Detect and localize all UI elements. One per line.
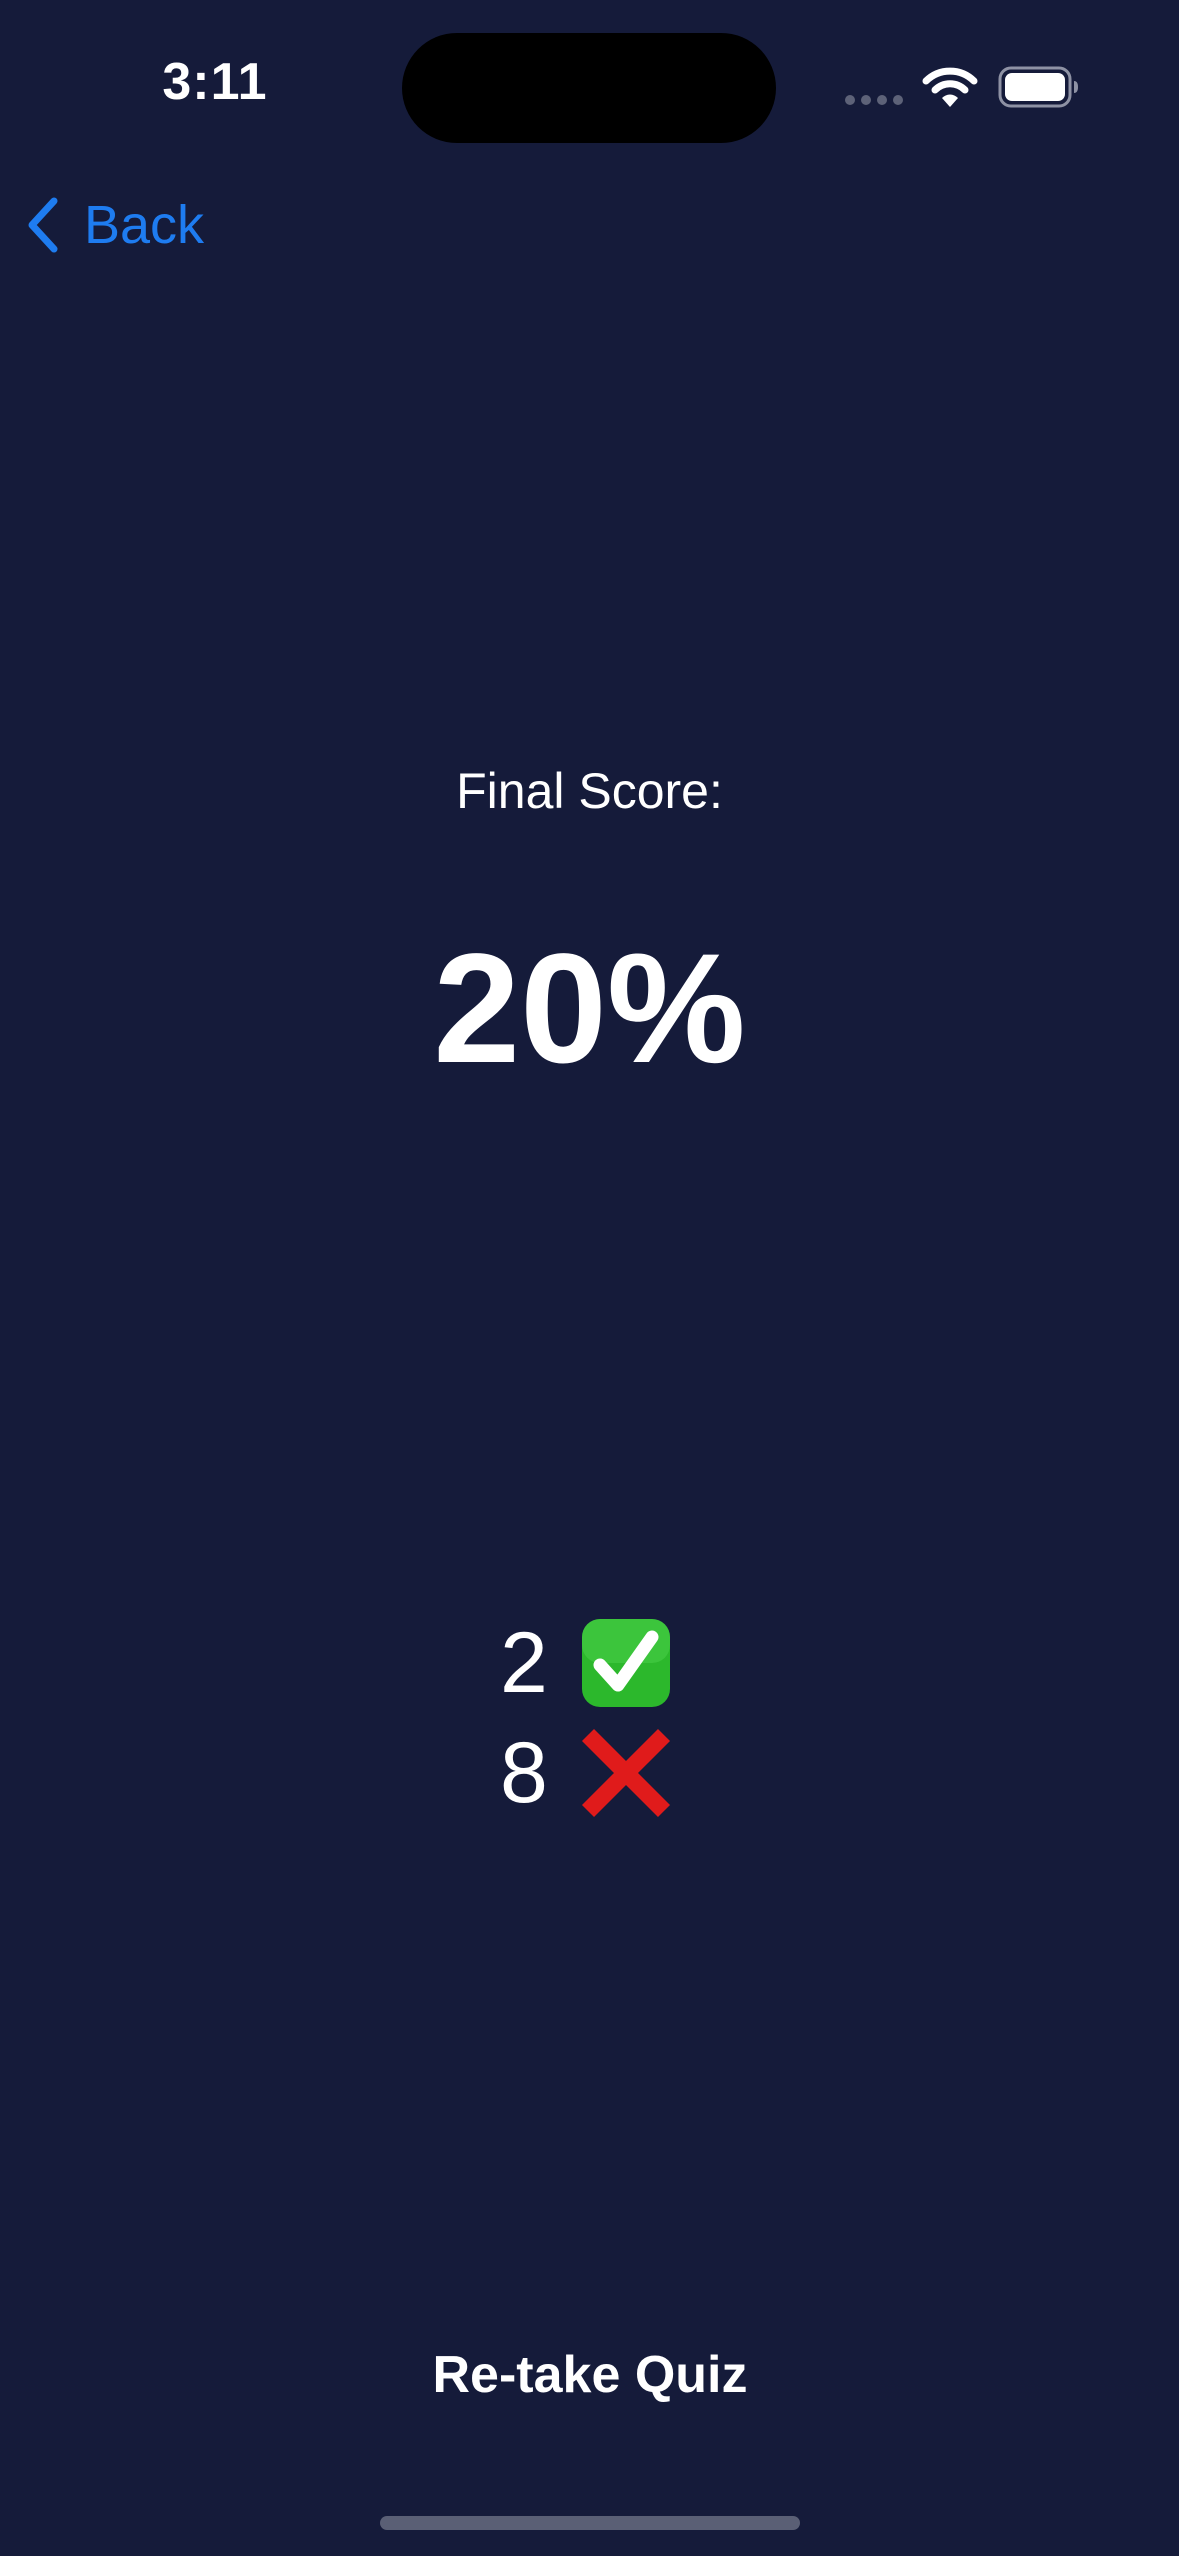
retake-quiz-button[interactable]: Re-take Quiz bbox=[340, 2330, 840, 2420]
check-mark-button-icon bbox=[582, 1619, 670, 1707]
status-time: 3:11 bbox=[162, 53, 268, 111]
home-indicator[interactable] bbox=[380, 2516, 800, 2530]
answer-tally: 2 8 bbox=[500, 1608, 700, 1828]
cross-mark-icon bbox=[581, 1728, 671, 1818]
final-score-value: 20% bbox=[433, 922, 746, 1096]
battery-icon bbox=[998, 66, 1078, 108]
chevron-left-icon bbox=[28, 197, 58, 253]
status-bar: 3:11 bbox=[0, 0, 1179, 180]
incorrect-count: 8 bbox=[500, 1724, 548, 1821]
signal-dots-icon bbox=[845, 95, 905, 107]
back-button[interactable]: Back bbox=[24, 190, 204, 260]
correct-row: 2 bbox=[500, 1608, 700, 1718]
back-label: Back bbox=[84, 195, 205, 255]
dynamic-island bbox=[402, 33, 776, 143]
correct-count: 2 bbox=[500, 1614, 548, 1711]
final-score-label: Final Score: bbox=[456, 763, 723, 819]
wifi-icon bbox=[922, 67, 978, 107]
incorrect-row: 8 bbox=[500, 1718, 700, 1828]
